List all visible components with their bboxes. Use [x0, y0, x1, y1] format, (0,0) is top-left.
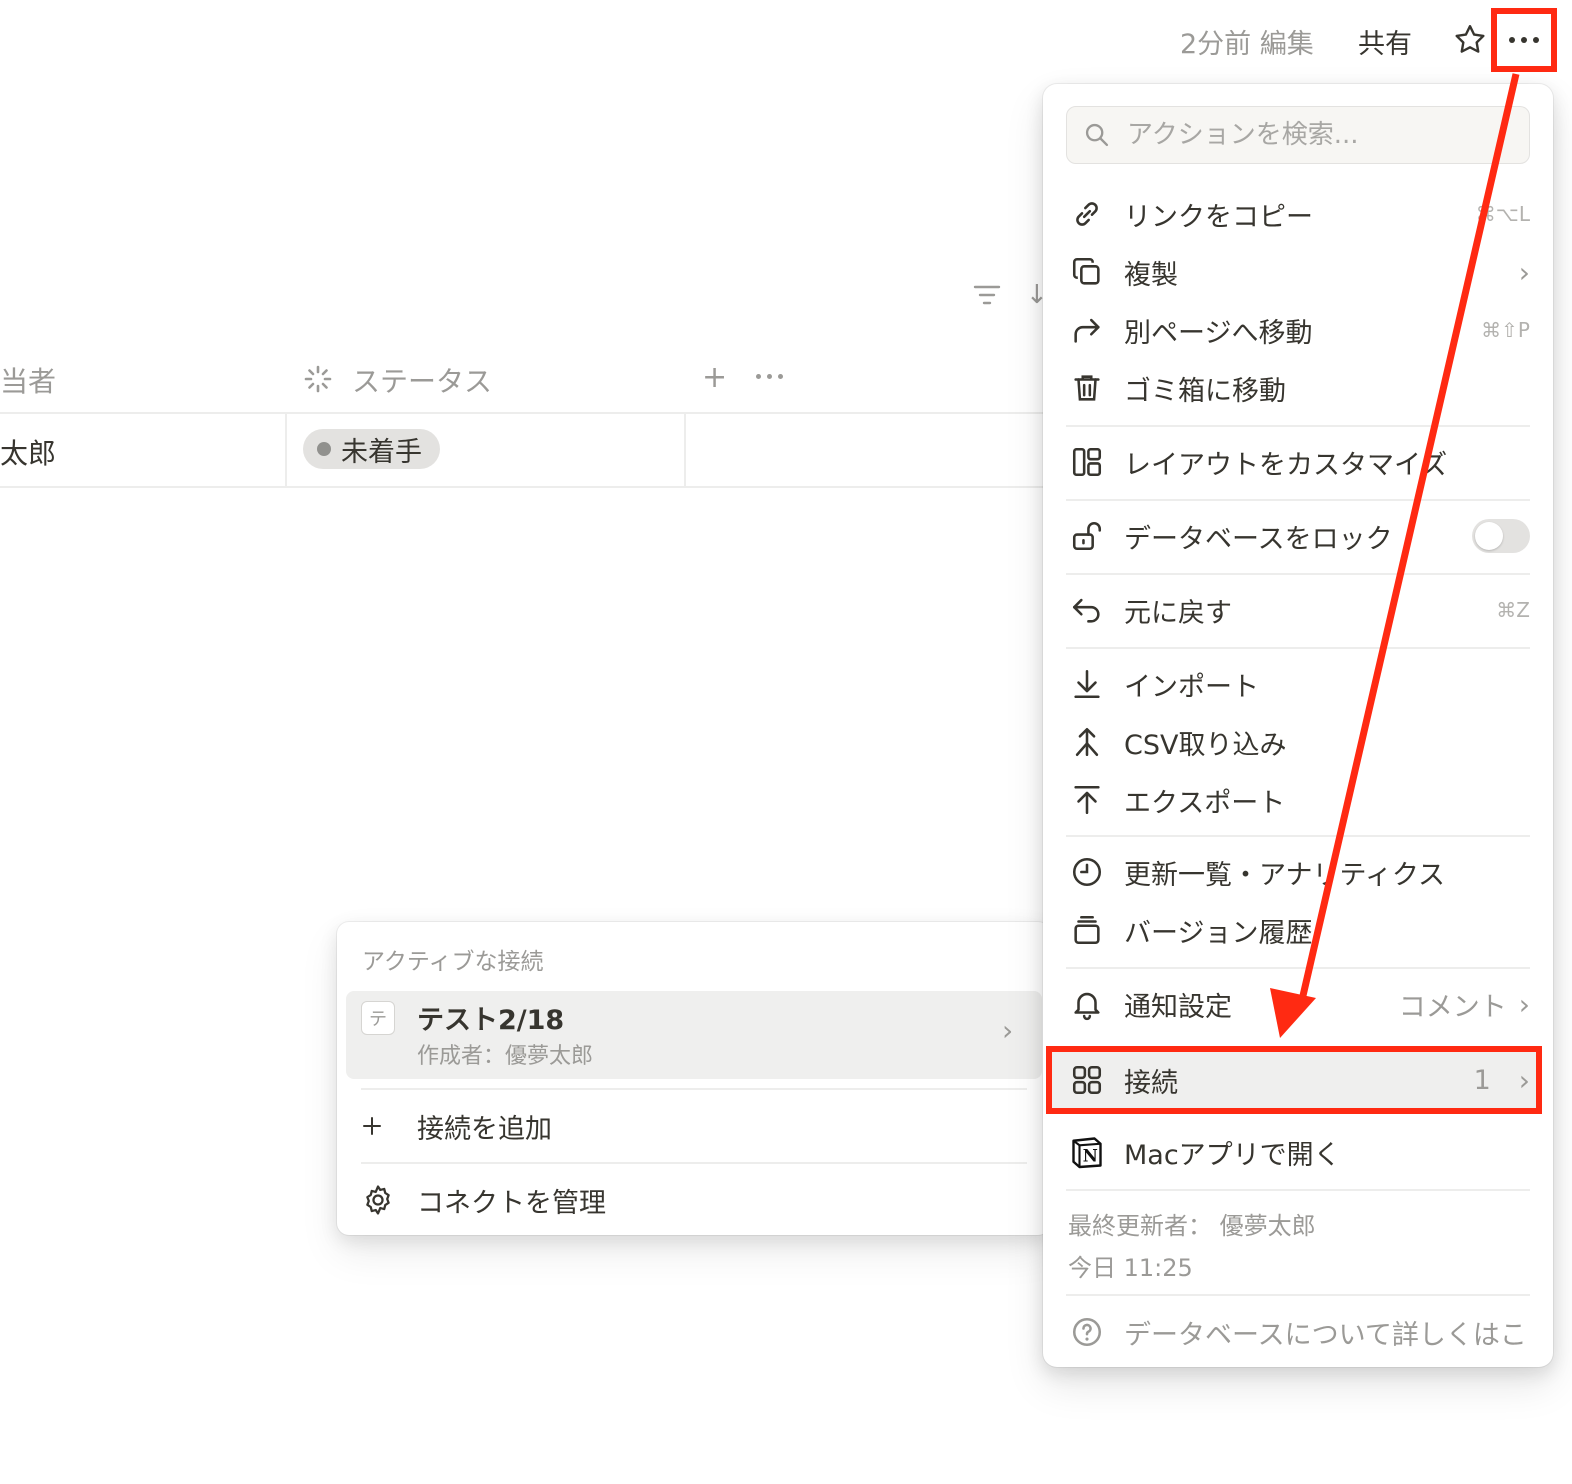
- annotation-arrow: [1270, 73, 1520, 1038]
